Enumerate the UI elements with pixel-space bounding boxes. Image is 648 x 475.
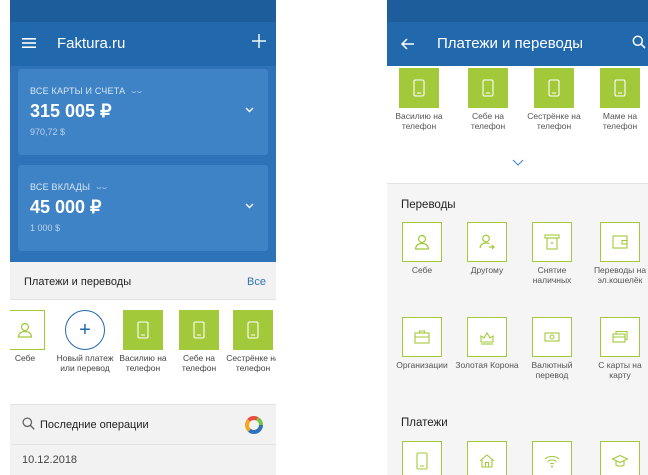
briefcase-icon xyxy=(402,317,442,357)
home-screen: Faktura.ru ВСЕ КАРТЫ И СЧЕТА ⌣⌣ 315 005 ₽… xyxy=(10,0,276,475)
transfer-currency[interactable]: Валютный перевод xyxy=(519,317,585,380)
donut-chart-icon[interactable] xyxy=(244,415,264,440)
person-icon xyxy=(10,310,45,350)
accounts-summary: ВСЕ КАРТЫ И СЧЕТА ⌣⌣ 315 005 ₽ 970,72 $ В… xyxy=(10,66,276,262)
quick-payments: Василию на телефон Себе на телефон Сестр… xyxy=(387,66,648,184)
transfer-other[interactable]: Другому xyxy=(454,222,520,275)
operations-date: 10.12.2018 xyxy=(22,454,78,466)
add-icon[interactable] xyxy=(252,31,266,53)
payment-self-phone[interactable]: Себе на телефон xyxy=(170,310,228,373)
phone-icon xyxy=(399,68,439,108)
card-label: ВСЕ ВКЛАДЫ xyxy=(30,182,91,192)
payment-sister-phone[interactable]: Сестрёнке на телефон xyxy=(224,310,276,373)
eye-closed-icon[interactable]: ⌣⌣ xyxy=(96,183,107,192)
card-label: ВСЕ КАРТЫ И СЧЕТА xyxy=(30,86,126,96)
tile-label: Сестрёнке на телефон xyxy=(527,111,581,131)
tile-label: Валютный перевод xyxy=(531,360,573,380)
quick-sister-phone[interactable]: Сестрёнке на телефон xyxy=(521,68,587,131)
tile-label: Себе xyxy=(411,265,433,275)
wifi-icon xyxy=(532,441,572,475)
app-bar: Faktura.ru xyxy=(10,22,276,66)
card-icon xyxy=(600,317,640,357)
expand-chevron-icon[interactable] xyxy=(512,154,524,166)
status-bar xyxy=(10,0,276,22)
payment-label: Себе на телефон xyxy=(181,353,217,373)
deposits-card[interactable]: ВСЕ ВКЛАДЫ ⌣⌣ 45 000 ₽ 1 000 $ xyxy=(18,165,268,251)
card-sub-amount: 970,72 $ xyxy=(30,127,66,137)
operations-date-row: 10.12.2018 xyxy=(10,444,276,475)
transfer-card-to-card[interactable]: С карты на карту xyxy=(587,317,648,380)
show-all-link[interactable]: Все xyxy=(247,276,266,288)
payment-education[interactable] xyxy=(587,441,648,475)
payment-mobile[interactable] xyxy=(389,441,455,475)
card-amount: 45 000 ₽ xyxy=(30,197,102,217)
eye-closed-icon[interactable]: ⌣⌣ xyxy=(131,87,142,96)
tile-label: Василию на телефон xyxy=(395,111,443,131)
person-icon xyxy=(402,222,442,262)
tile-label: С карты на карту xyxy=(598,360,642,380)
app-bar: Платежи и переводы xyxy=(387,22,648,66)
payment-label: Сестрёнке на телефон xyxy=(226,353,276,373)
tile-label: Другому xyxy=(470,265,504,275)
payments-section-header: Платежи и переводы Все xyxy=(10,262,276,300)
hamburger-menu-icon[interactable] xyxy=(22,32,36,54)
payments-screen: Платежи и переводы Василию на телефон Се… xyxy=(387,0,648,475)
app-title: Faktura.ru xyxy=(57,35,126,52)
chevron-down-icon[interactable] xyxy=(245,104,254,116)
payment-housing[interactable] xyxy=(454,441,520,475)
search-icon[interactable] xyxy=(632,32,646,54)
card-sub-amount: 1 000 $ xyxy=(30,223,61,233)
tile-label: Себе на телефон xyxy=(470,111,506,131)
quick-self-phone[interactable]: Себе на телефон xyxy=(455,68,521,131)
phone-icon xyxy=(233,310,273,350)
graduation-cap-icon xyxy=(600,441,640,475)
section-title: Платежи и переводы xyxy=(24,276,132,288)
cards-accounts-card[interactable]: ВСЕ КАРТЫ И СЧЕТА ⌣⌣ 315 005 ₽ 970,72 $ xyxy=(18,69,268,155)
recent-operations-bar[interactable]: Последние операции xyxy=(10,404,276,444)
phone-icon xyxy=(123,310,163,350)
crown-icon xyxy=(467,317,507,357)
chevron-down-icon[interactable] xyxy=(245,200,254,212)
app-title: Платежи и переводы xyxy=(437,35,584,52)
tile-label: Золотая Корона xyxy=(455,360,519,370)
new-payment-button[interactable]: + Новый платеж или перевод xyxy=(56,310,114,373)
tile-label: Маме на телефон xyxy=(602,111,638,131)
transfer-organizations[interactable]: Организации xyxy=(389,317,455,370)
tile-label: Снятие наличных xyxy=(532,265,572,285)
phone-icon xyxy=(402,441,442,475)
tile-label: Переводы на эл.кошелёк xyxy=(593,265,647,285)
back-arrow-icon[interactable] xyxy=(400,33,415,55)
phone-icon xyxy=(468,68,508,108)
phone-icon xyxy=(534,68,574,108)
quick-mom-phone[interactable]: Маме на телефон xyxy=(587,68,648,131)
payment-label: Новый платеж или перевод xyxy=(56,353,114,373)
phone-icon xyxy=(179,310,219,350)
banknote-icon xyxy=(532,317,572,357)
phone-icon xyxy=(600,68,640,108)
transfer-self[interactable]: Себе xyxy=(389,222,455,275)
search-icon[interactable] xyxy=(22,417,35,435)
atm-icon xyxy=(532,222,572,262)
recent-operations-title: Последние операции xyxy=(40,419,149,431)
tile-label: Организации xyxy=(396,360,448,370)
payments-carousel: Себе + Новый платеж или перевод Василию … xyxy=(10,300,276,404)
plus-icon: + xyxy=(65,310,105,350)
payment-self[interactable]: Себе xyxy=(10,310,54,363)
transfer-e-wallet[interactable]: Переводы на эл.кошелёк xyxy=(587,222,648,285)
wallet-icon xyxy=(600,222,640,262)
card-amount: 315 005 ₽ xyxy=(30,101,112,121)
payment-internet[interactable] xyxy=(519,441,585,475)
quick-vasiliy-phone[interactable]: Василию на телефон xyxy=(387,68,452,131)
payment-label: Себе xyxy=(14,353,36,363)
transfers-title: Переводы xyxy=(401,199,456,211)
status-bar xyxy=(387,0,648,22)
payment-label: Василию на телефон xyxy=(119,353,167,373)
home-icon xyxy=(467,441,507,475)
person-arrow-icon xyxy=(467,222,507,262)
payments-title: Платежи xyxy=(401,417,448,429)
payment-vasiliy-phone[interactable]: Василию на телефон xyxy=(114,310,172,373)
transfer-cash-withdrawal[interactable]: Снятие наличных xyxy=(519,222,585,285)
transfer-golden-crown[interactable]: Золотая Корона xyxy=(454,317,520,370)
